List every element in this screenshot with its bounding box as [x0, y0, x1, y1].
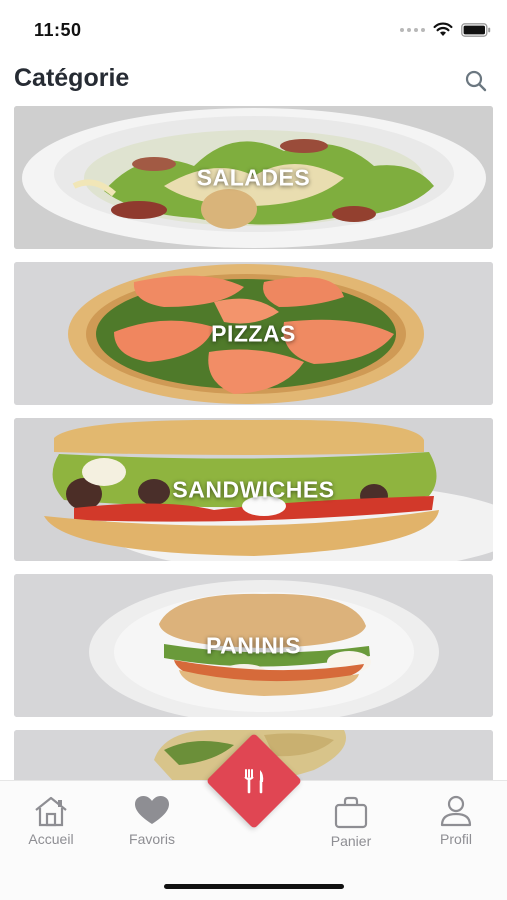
bag-icon — [334, 796, 368, 829]
category-label: PANINIS — [205, 632, 302, 658]
category-label: PIZZAS — [211, 320, 296, 346]
tab-label: Favoris — [129, 831, 175, 847]
category-card-sandwiches[interactable]: SANDWICHES — [14, 418, 493, 561]
tab-profil[interactable]: Profil — [416, 795, 496, 847]
fork-knife-icon — [244, 769, 264, 794]
status-bar: 11:50 — [0, 0, 507, 56]
tab-panier[interactable]: Panier — [311, 795, 391, 849]
tab-label: Accueil — [28, 831, 74, 847]
tab-menu[interactable] — [205, 732, 303, 830]
search-button[interactable] — [463, 68, 489, 94]
heart-icon — [135, 796, 169, 824]
page-title: Catégorie — [14, 64, 130, 92]
category-card-salades[interactable]: SALADES — [14, 106, 493, 249]
category-list[interactable]: SALADES PIZZAS SANDWICHES PANINIS — [14, 106, 493, 782]
tab-label: Panier — [330, 833, 372, 849]
tab-accueil[interactable]: Accueil — [11, 795, 91, 847]
tab-label: Profil — [440, 831, 472, 847]
status-time: 11:50 — [34, 20, 82, 40]
home-indicator — [164, 884, 344, 889]
category-label: SALADES — [196, 164, 311, 190]
battery-icon — [461, 22, 491, 37]
tab-favoris[interactable]: Favoris — [112, 795, 192, 847]
category-card-paninis[interactable]: PANINIS — [14, 574, 493, 717]
category-card-pizzas[interactable]: PIZZAS — [14, 262, 493, 405]
header: Catégorie — [14, 62, 493, 102]
signal-dots-icon — [400, 27, 425, 32]
search-icon — [465, 70, 487, 92]
category-label: SANDWICHES — [172, 476, 335, 502]
user-icon — [440, 795, 472, 827]
wifi-icon — [433, 22, 453, 36]
status-icons — [400, 22, 491, 37]
tab-bar: Accueil Favoris Panier Profil — [0, 732, 507, 900]
home-icon — [35, 796, 67, 827]
